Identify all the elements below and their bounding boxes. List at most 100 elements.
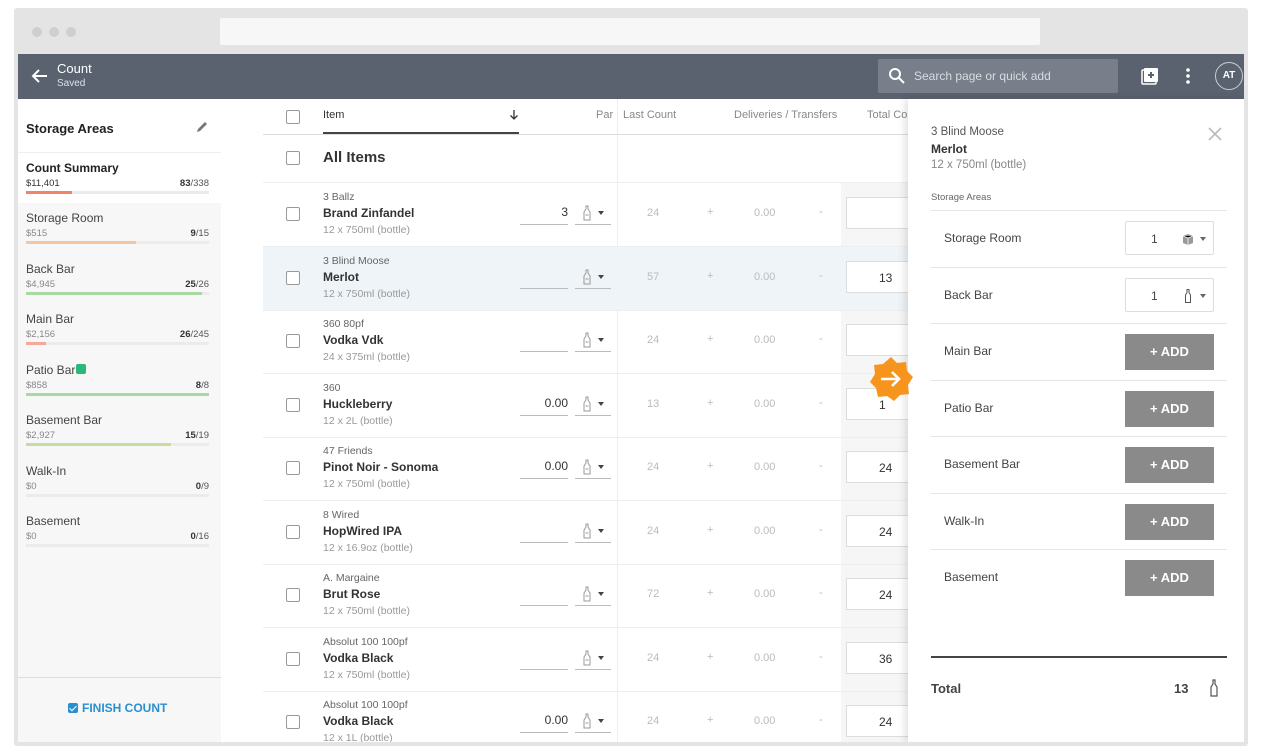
check-badge-icon <box>76 363 86 374</box>
add-area-button[interactable]: + ADD <box>1125 503 1214 540</box>
header-par[interactable]: Par <box>596 109 613 121</box>
par-input[interactable] <box>520 265 568 289</box>
table-row[interactable]: A. Margaine Brut Rose 12 x 750ml (bottle) 7… <box>263 564 908 628</box>
address-bar[interactable] <box>220 18 1040 45</box>
sidebar-area-item[interactable]: Back Bar $4,945 25/26 <box>26 262 209 308</box>
par-input[interactable] <box>520 582 568 606</box>
item-name: Vodka Black <box>323 714 394 728</box>
par-input[interactable]: 0.00 <box>520 455 568 479</box>
par-input[interactable] <box>520 519 568 543</box>
add-item-icon[interactable] <box>1140 66 1160 86</box>
close-icon[interactable] <box>1206 125 1224 143</box>
sidebar: Storage Areas Count Summary $11,401 83/3… <box>18 99 221 742</box>
unit-select[interactable] <box>575 582 611 606</box>
item-brand: 360 80pf <box>323 318 364 330</box>
row-checkbox[interactable] <box>286 207 300 221</box>
row-checkbox[interactable] <box>286 651 300 666</box>
item-brand: A. Margaine <box>323 572 380 584</box>
search-input[interactable] <box>914 67 1110 85</box>
total-count-input[interactable]: 24 <box>846 705 908 737</box>
table-row[interactable]: 360 Huckleberry 12 x 2L (bottle) 0.00 13 +0.0… <box>263 374 908 438</box>
sidebar-area-item[interactable]: Basement Bar $2,927 15/19 <box>26 413 209 459</box>
par-input[interactable]: 0.00 <box>520 392 568 416</box>
par-input[interactable]: 0.00 <box>520 709 568 733</box>
finish-count-button[interactable]: FINISH COUNT <box>68 701 167 715</box>
total-count-input[interactable] <box>846 197 908 229</box>
total-count-input[interactable] <box>846 324 908 356</box>
last-count-value: 13 <box>647 397 660 410</box>
unit-select[interactable] <box>575 328 611 352</box>
bottle-icon <box>1210 679 1218 697</box>
header-item[interactable]: Item <box>323 109 344 121</box>
item-name: Vodka Black <box>323 650 394 665</box>
row-checkbox[interactable] <box>286 588 300 602</box>
unit-select[interactable] <box>575 392 611 416</box>
minus-sign: - <box>819 396 823 409</box>
area-qty-select[interactable]: 1 <box>1125 277 1214 312</box>
header-last-count[interactable]: Last Count <box>623 109 676 121</box>
header-total[interactable]: Total Co <box>867 109 907 121</box>
total-count-input[interactable]: 24 <box>846 514 908 547</box>
sort-down-arrow-icon[interactable] <box>509 109 519 121</box>
total-count-input[interactable]: 24 <box>846 578 908 610</box>
unit-select[interactable] <box>575 646 611 670</box>
item-size: 12 x 750ml (bottle) <box>323 668 410 681</box>
avatar[interactable]: AT <box>1215 62 1243 90</box>
table-row[interactable]: 360 80pf Vodka Vdk 24 x 375ml (bottle) 24 +0… <box>263 310 908 374</box>
total-count-input[interactable]: 13 <box>846 260 908 293</box>
unit-select[interactable] <box>575 265 611 289</box>
more-vert-icon[interactable] <box>1178 66 1198 86</box>
row-checkbox[interactable] <box>286 270 300 285</box>
row-checkbox[interactable] <box>286 524 300 539</box>
header-deliveries[interactable]: Deliveries / Transfers <box>734 109 837 121</box>
area-value: $2,927 <box>26 430 56 441</box>
bottle-icon <box>583 396 591 411</box>
row-checkbox[interactable] <box>286 461 300 475</box>
table-row[interactable]: 8 Wired HopWired IPA 12 x 16.9oz (bottle) 2… <box>263 501 908 565</box>
par-input[interactable] <box>520 328 568 352</box>
total-count-input[interactable]: 24 <box>846 451 908 483</box>
sidebar-area-item[interactable]: Walk-In $0 0/9 <box>26 464 209 510</box>
unit-select[interactable] <box>575 201 611 225</box>
item-brand: 3 Ballz <box>323 191 355 203</box>
row-checkbox[interactable] <box>286 715 300 729</box>
chevron-down-icon <box>598 338 604 342</box>
par-input[interactable]: 3 <box>520 201 568 225</box>
all-items-checkbox[interactable] <box>286 151 300 165</box>
unit-select[interactable] <box>575 519 611 543</box>
minus-sign: - <box>819 333 823 345</box>
area-count: 25/26 <box>185 278 209 290</box>
sidebar-area-item[interactable]: Main Bar $2,156 26/245 <box>26 312 209 358</box>
area-qty-select[interactable]: 1 <box>1125 221 1214 255</box>
row-checkbox[interactable] <box>286 334 300 348</box>
sidebar-area-item[interactable]: Basement $0 0/16 <box>26 514 209 560</box>
table-row[interactable]: Absolut 100 100pf Vodka Black 12 x 750ml (… <box>263 628 908 692</box>
plus-sign: + <box>707 269 714 282</box>
total-count-input[interactable]: 36 <box>846 641 908 674</box>
add-area-button[interactable]: + ADD <box>1125 560 1214 596</box>
bottle-icon <box>583 332 591 348</box>
count-summary[interactable]: Count Summary $11,401 83/338 <box>18 153 221 203</box>
sidebar-area-item[interactable]: Patio Bar $858 8/8 <box>26 363 209 409</box>
par-input[interactable] <box>520 646 568 670</box>
search-box[interactable] <box>878 59 1118 93</box>
table-row[interactable]: 47 Friends Pinot Noir - Sonoma 12 x 750ml … <box>263 437 908 501</box>
table-row[interactable]: 3 Ballz Brand Zinfandel 12 x 750ml (bottle… <box>263 183 908 247</box>
sidebar-area-item[interactable]: Storage Room $515 9/15 <box>26 211 209 257</box>
add-area-button[interactable]: + ADD <box>1125 390 1214 427</box>
select-all-checkbox[interactable] <box>286 110 300 124</box>
back-arrow-icon[interactable] <box>28 65 52 87</box>
items-table: Item Par Last Count Deliveries / Transfe… <box>263 99 908 742</box>
unit-select[interactable] <box>575 709 611 733</box>
table-row[interactable]: Absolut 100 100pf Vodka Black 12 x 1L (bot… <box>263 691 908 742</box>
edit-pencil-icon[interactable] <box>194 119 210 135</box>
table-row[interactable]: 3 Blind Moose Merlot 12 x 750ml (bottle) 57… <box>263 246 908 311</box>
area-count: 9/15 <box>190 228 209 239</box>
row-checkbox[interactable] <box>286 397 300 412</box>
finish-section: FINISH COUNT <box>18 677 221 742</box>
area-name: Walk-In <box>26 463 67 478</box>
add-area-button[interactable]: + ADD <box>1125 447 1214 483</box>
unit-select[interactable] <box>575 455 611 479</box>
add-area-button[interactable]: + ADD <box>1125 334 1214 370</box>
arrow-right-badge-icon <box>870 357 913 401</box>
